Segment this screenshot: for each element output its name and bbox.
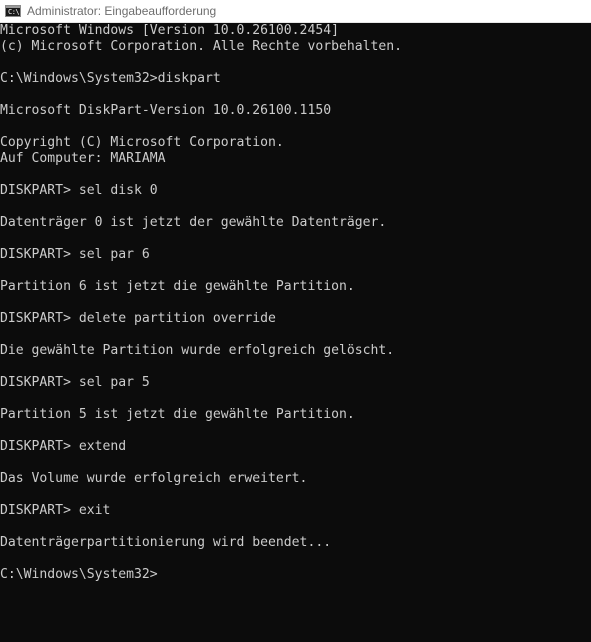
console-line: Die gewählte Partition wurde erfolgreich… (0, 343, 395, 358)
console-line: Copyright (C) Microsoft Corporation. (0, 135, 284, 150)
console-line: DISKPART> delete partition override (0, 311, 276, 326)
console-line: Microsoft DiskPart-Version 10.0.26100.11… (0, 103, 332, 118)
console-line: (c) Microsoft Corporation. Alle Rechte v… (0, 39, 403, 54)
console-line: DISKPART> exit (0, 503, 111, 518)
window-title: Administrator: Eingabeaufforderung (27, 4, 217, 18)
console-line: C:\Windows\System32>diskpart (0, 71, 221, 86)
cmd-icon: C:\ (5, 5, 21, 17)
command-prompt-window[interactable]: C:\ Administrator: Eingabeaufforderung M… (0, 0, 591, 642)
console-line: Das Volume wurde erfolgreich erweitert. (0, 471, 308, 486)
console-line: DISKPART> sel par 6 (0, 247, 150, 262)
title-bar[interactable]: C:\ Administrator: Eingabeaufforderung (0, 0, 591, 23)
console-line: Partition 5 ist jetzt die gewählte Parti… (0, 407, 355, 422)
console-line: Microsoft Windows [Version 10.0.26100.24… (0, 23, 339, 38)
console-line: Datenträgerpartitionierung wird beendet.… (0, 535, 332, 550)
console-line: DISKPART> extend (0, 439, 127, 454)
console-line: Auf Computer: MARIAMA (0, 151, 166, 166)
cmd-icon-glyph: C:\ (8, 8, 20, 16)
console-output[interactable]: Microsoft Windows [Version 10.0.26100.24… (0, 23, 591, 642)
console-line: DISKPART> sel par 5 (0, 375, 150, 390)
console-line: Partition 6 ist jetzt die gewählte Parti… (0, 279, 355, 294)
console-line: C:\Windows\System32> (0, 567, 158, 582)
console-line: DISKPART> sel disk 0 (0, 183, 158, 198)
console-line: Datenträger 0 ist jetzt der gewählte Dat… (0, 215, 387, 230)
